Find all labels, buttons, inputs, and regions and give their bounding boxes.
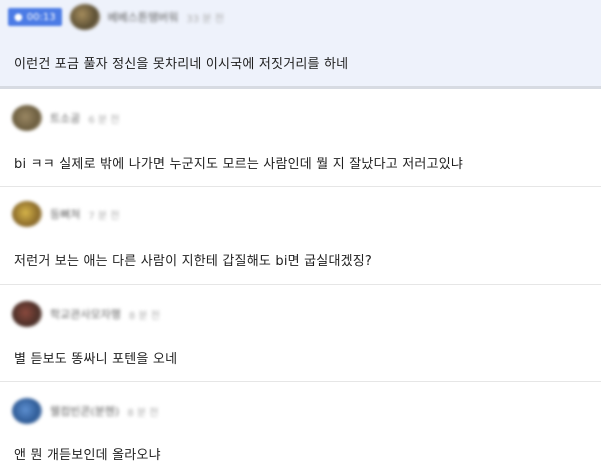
author-nickname[interactable]: 트소공 [50,110,80,126]
comment-item: 트소공 6 분 전 bi ㅋㅋ 실제로 밖에 나가면 누군지도 모르는 사람인데… [0,89,601,186]
comment-text: 저런거 보는 애는 다른 사람이 지한테 갑질해도 bi면 굽실대겠징? [14,254,373,269]
clock-icon: ● [14,11,23,23]
avatar[interactable] [12,301,42,327]
comment-thread: ● 00:13 베베스튼땡버워 33 분 전 이런건 포금 풀자 정신을 못차리… [0,0,601,471]
author-nickname[interactable]: 베베스튼땡버워 [108,9,179,25]
comment-text: bi ㅋㅋ 실제로 밖에 나가면 누군지도 모르는 사람인데 뭘 지 잘났다고 … [14,157,464,172]
comment-time: 8 분 전 [128,310,160,322]
comment-meta: 웰컴빈콘(분헨) 8 분 전 [12,398,158,424]
comment-text: 별 듣보도 똥싸니 포텐을 오네 [14,352,178,367]
avatar[interactable] [12,398,42,424]
comment-meta: 학교관사모자행 8 분 전 [12,301,160,327]
author-nickname[interactable]: 학교관사모자행 [50,306,121,322]
comment-item: ● 00:13 베베스튼땡버워 33 분 전 이런건 포금 풀자 정신을 못차리… [0,0,601,86]
author-nickname[interactable]: 등뼈쳐 [50,206,80,222]
comment-meta: 등뼈쳐 7 분 전 [12,201,120,227]
comment-time: 7 분 전 [88,210,120,222]
comment-time: 8 분 전 [127,407,159,419]
avatar[interactable] [69,4,100,30]
comment-item: 학교관사모자행 8 분 전 별 듣보도 똥싸니 포텐을 오네 [0,285,601,381]
comment-time: 33 분 전 [186,13,224,25]
comment-meta: ● 00:13 베베스튼땡버워 33 분 전 [8,4,224,30]
time-badge: ● 00:13 [8,8,62,26]
comment-meta: 트소공 6 분 전 [12,105,120,131]
avatar[interactable] [12,201,42,227]
author-nickname[interactable]: 웰컴빈콘(분헨) [50,403,119,419]
comment-item: 웰컴빈콘(분헨) 8 분 전 앤 뭔 개듣보인데 올라오냐 [0,382,601,471]
comment-item: 등뼈쳐 7 분 전 저런거 보는 애는 다른 사람이 지한테 갑질해도 bi면 … [0,187,601,284]
comment-time: 6 분 전 [88,114,120,126]
avatar[interactable] [12,105,42,131]
time-badge-label: 00:13 [26,11,56,23]
comment-text: 이런건 포금 풀자 정신을 못차리네 이시국에 저짓거리를 하네 [14,57,349,72]
comment-text: 앤 뭔 개듣보인데 올라오냐 [14,448,161,463]
